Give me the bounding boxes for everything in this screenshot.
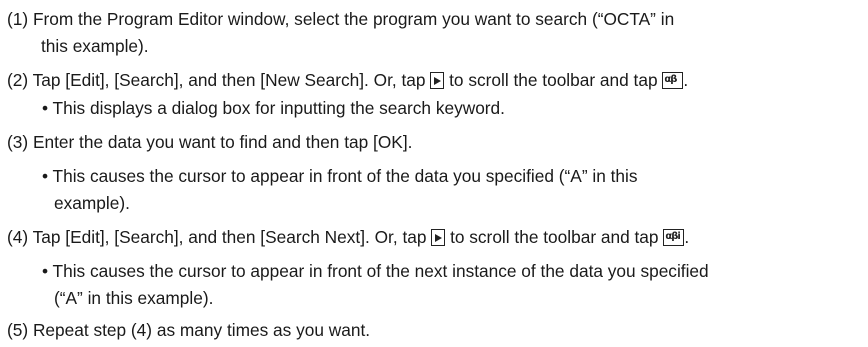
step-4-bullet-continued: (“A” in this example).	[54, 288, 214, 308]
step-5-text: Repeat step (4) as many times as you wan…	[32, 320, 371, 340]
step-2-text-a: Tap [Edit], [Search], and then [New Sear…	[32, 70, 431, 90]
step-2-bullet: • This displays a dialog box for inputti…	[42, 98, 505, 118]
step-3-number: (3)	[7, 132, 29, 152]
step-1-text-continued: this example).	[41, 36, 149, 56]
search-next-icon: αβi	[663, 229, 685, 246]
step-2-text-c: .	[683, 70, 689, 90]
step-2-text-b: to scroll the toolbar and tap	[444, 70, 663, 90]
step-1-number: (1)	[7, 9, 29, 29]
step-3-bullet-continued: example).	[54, 193, 130, 213]
step-4-number: (4)	[7, 227, 29, 247]
step-1: (1) From the Program Editor window, sele…	[7, 7, 674, 31]
new-search-icon-glyph: αβ	[664, 74, 677, 85]
step-4-text-b: to scroll the toolbar and tap	[445, 227, 664, 247]
new-search-icon: αβ	[662, 72, 684, 89]
step-5-number: (5)	[7, 320, 29, 340]
step-5: (5) Repeat step (4) as many times as you…	[7, 318, 370, 342]
search-next-icon-glyph: αβi	[665, 231, 681, 242]
step-3-bullet: • This causes the cursor to appear in fr…	[42, 166, 638, 186]
step-3: (3) Enter the data you want to find and …	[7, 130, 412, 154]
toolbar-scroll-icon	[431, 229, 446, 246]
toolbar-scroll-icon	[430, 72, 445, 89]
step-4: (4) Tap [Edit], [Search], and then [Sear…	[7, 225, 689, 249]
step-3-text: Enter the data you want to find and then…	[32, 132, 413, 152]
step-2: (2) Tap [Edit], [Search], and then [New …	[7, 68, 688, 92]
step-4-text-a: Tap [Edit], [Search], and then [Search N…	[32, 227, 432, 247]
step-1-text: From the Program Editor window, select t…	[32, 9, 675, 29]
step-4-bullet: • This causes the cursor to appear in fr…	[42, 261, 709, 281]
step-4-text-c: .	[684, 227, 690, 247]
step-2-number: (2)	[7, 70, 29, 90]
manual-page: (1) From the Program Editor window, sele…	[0, 0, 868, 347]
